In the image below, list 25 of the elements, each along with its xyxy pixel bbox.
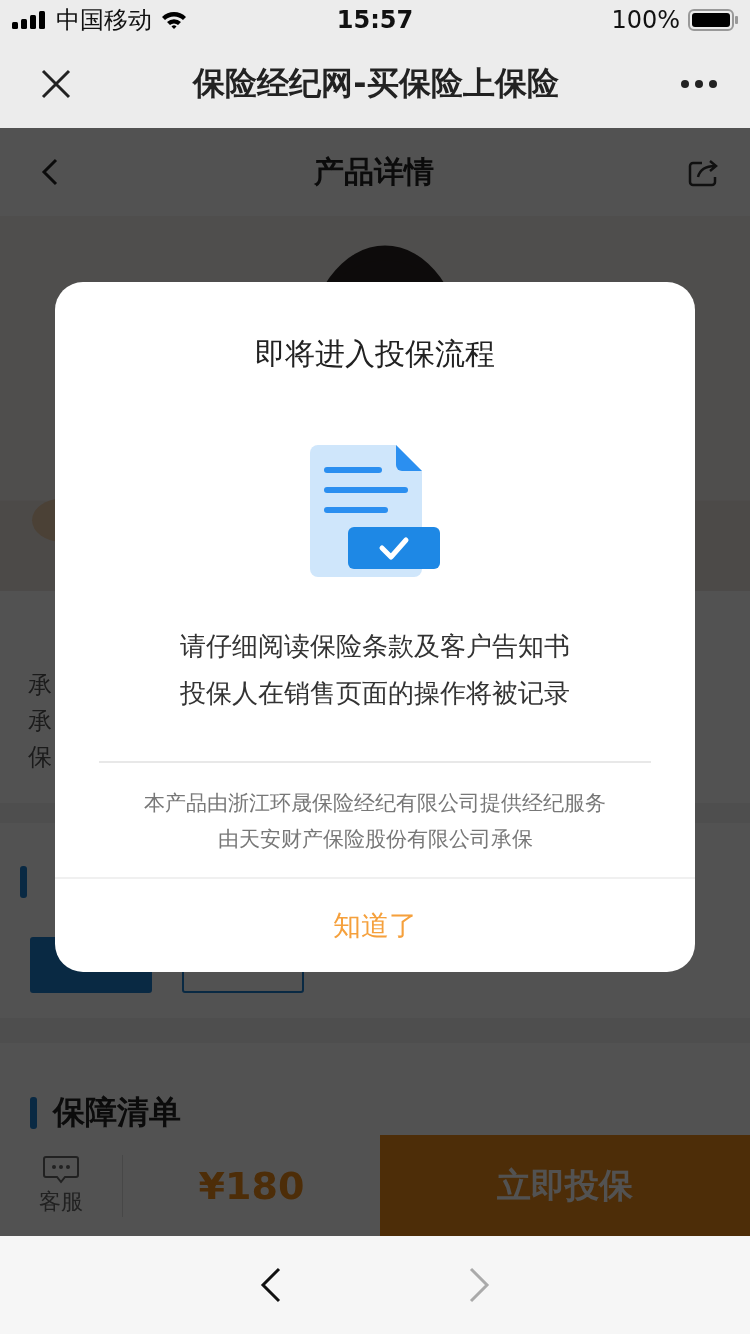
header-title: 产品详情 — [314, 152, 434, 191]
dialog-title: 即将进入投保流程 — [255, 335, 495, 373]
more-button[interactable] — [680, 79, 718, 89]
price: ¥180 — [197, 1163, 306, 1208]
back-button[interactable] — [260, 1267, 282, 1303]
section-title: 保障清单 — [53, 1092, 181, 1133]
carrier-name: 中国移动 — [56, 5, 152, 36]
dialog-note: 本产品由浙江环晟保险经纪有限公司提供经纪服务 — [144, 790, 606, 817]
confirm-button[interactable]: 知道了 — [55, 879, 695, 972]
dialog-message: 请仔细阅读保险条款及客户告知书 — [180, 630, 570, 663]
document-check-icon — [310, 445, 440, 577]
section-marker — [30, 1097, 37, 1129]
battery-icon — [688, 9, 738, 31]
share-button[interactable] — [688, 157, 720, 188]
signal-icon — [12, 11, 48, 29]
section-marker — [20, 866, 27, 898]
battery-percent: 100% — [611, 6, 680, 34]
wifi-icon — [160, 10, 188, 30]
buy-button[interactable]: 立即投保 — [380, 1135, 750, 1236]
dialog-note: 由天安财产保险股份有限公司承保 — [217, 826, 533, 853]
dialog-message: 投保人在销售页面的操作将被记录 — [180, 677, 570, 710]
clock-time: 15:57 — [336, 6, 414, 34]
chat-icon — [43, 1154, 79, 1185]
close-button[interactable] — [40, 68, 72, 100]
page-title: 保险经纪网-买保险上保险 — [193, 63, 559, 104]
